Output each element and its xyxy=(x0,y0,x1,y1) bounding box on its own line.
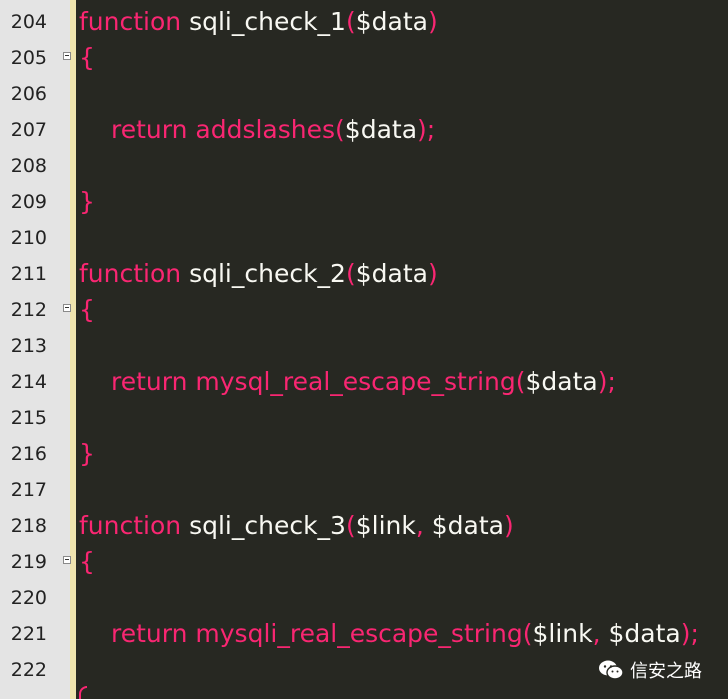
close-paren: ) xyxy=(503,511,514,540)
function-name: sqli_check_2 xyxy=(189,259,346,288)
fold-collapse-icon[interactable] xyxy=(63,556,71,564)
line-number: 206 xyxy=(10,83,47,105)
close-paren: ) xyxy=(427,259,438,288)
close-paren: ) xyxy=(427,7,438,36)
parameter: $data xyxy=(355,259,428,288)
function-name: sqli_check_3 xyxy=(189,511,346,540)
partial-close-brace xyxy=(79,686,87,699)
line-number: 207 xyxy=(10,119,47,141)
open-brace: { xyxy=(79,43,95,72)
code-line-206[interactable]: 206 xyxy=(0,76,728,112)
line-number: 214 xyxy=(10,371,47,393)
code-line-211[interactable]: 211 function sqli_check_2($data) xyxy=(0,256,728,292)
line-number: 216 xyxy=(10,443,47,465)
argument-data: $data xyxy=(608,619,681,648)
code-line-207[interactable]: 207 return addslashes($data); xyxy=(0,112,728,148)
argument: $data xyxy=(344,115,418,144)
code-line-220[interactable]: 220 xyxy=(0,580,728,616)
keyword-function: function xyxy=(79,259,182,288)
open-paren: ( xyxy=(345,7,356,36)
code-lines[interactable]: 204 function sqli_check_1($data) 205 { 2… xyxy=(0,4,728,688)
close-paren-semicolon: ); xyxy=(597,367,616,396)
code-text[interactable]: } xyxy=(79,436,95,472)
code-line-217[interactable]: 217 xyxy=(0,472,728,508)
line-number: 215 xyxy=(10,407,47,429)
line-number: 222 xyxy=(10,659,47,681)
code-line-215[interactable]: 215 xyxy=(0,400,728,436)
close-paren-semicolon: ); xyxy=(680,619,699,648)
code-text[interactable]: { xyxy=(79,292,95,328)
open-paren: ( xyxy=(515,367,526,396)
function-name: sqli_check_1 xyxy=(189,7,346,36)
watermark-label: 信安之路 xyxy=(630,661,702,682)
open-brace: { xyxy=(79,547,95,576)
fold-collapse-icon[interactable] xyxy=(63,304,71,312)
code-text[interactable]: { xyxy=(79,40,95,76)
argument-link: $link xyxy=(532,619,593,648)
code-line-205[interactable]: 205 { xyxy=(0,40,728,76)
keyword-function: function xyxy=(79,511,182,540)
argument: $data xyxy=(525,367,598,396)
line-number: 208 xyxy=(10,155,47,177)
line-number: 209 xyxy=(10,191,47,213)
line-number: 210 xyxy=(10,227,47,249)
line-number: 213 xyxy=(10,335,47,357)
line-number: 212 xyxy=(10,299,47,321)
code-line-208[interactable]: 208 xyxy=(0,148,728,184)
open-paren: ( xyxy=(335,115,345,144)
open-paren: ( xyxy=(522,619,533,648)
close-paren-semicolon: ); xyxy=(417,115,436,144)
code-text[interactable]: function sqli_check_2($data) xyxy=(79,256,438,292)
code-editor[interactable]: 204 function sqli_check_1($data) 205 { 2… xyxy=(0,0,728,699)
code-line-218[interactable]: 218 function sqli_check_3($link, $data) xyxy=(0,508,728,544)
code-line-214[interactable]: 214 return mysql_real_escape_string($dat… xyxy=(0,364,728,400)
fold-collapse-icon[interactable] xyxy=(63,52,71,60)
close-brace: } xyxy=(79,439,95,468)
line-number: 217 xyxy=(10,479,47,501)
line-number: 220 xyxy=(10,587,47,609)
code-line-212[interactable]: 212 { xyxy=(0,292,728,328)
line-number: 204 xyxy=(10,11,47,33)
function-call: mysql_real_escape_string xyxy=(195,367,516,396)
line-number: 218 xyxy=(10,515,47,537)
line-number: 219 xyxy=(10,551,47,573)
watermark: 信安之路 xyxy=(598,657,702,683)
code-line-216[interactable]: 216 } xyxy=(0,436,728,472)
close-brace: } xyxy=(79,187,95,216)
code-line-219[interactable]: 219 { xyxy=(0,544,728,580)
code-text[interactable]: function sqli_check_1($data) xyxy=(79,4,438,40)
parameter: $data xyxy=(355,7,428,36)
function-call: mysqli_real_escape_string xyxy=(195,619,523,648)
code-line-213[interactable]: 213 xyxy=(0,328,728,364)
keyword-return: return xyxy=(111,367,188,396)
line-number: 211 xyxy=(10,263,47,285)
code-line-204[interactable]: 204 function sqli_check_1($data) xyxy=(0,4,728,40)
code-line-221[interactable]: 221 return mysqli_real_escape_string($li… xyxy=(0,616,728,652)
keyword-return: return xyxy=(111,619,188,648)
comma: , xyxy=(415,511,432,540)
open-paren: ( xyxy=(345,259,356,288)
comma: , xyxy=(592,619,609,648)
code-text[interactable]: return mysql_real_escape_string($data); xyxy=(111,364,616,400)
code-text[interactable]: return mysqli_real_escape_string($link, … xyxy=(111,616,699,652)
code-text[interactable]: function sqli_check_3($link, $data) xyxy=(79,508,514,544)
code-line-209[interactable]: 209 } xyxy=(0,184,728,220)
open-brace: { xyxy=(79,295,95,324)
code-text[interactable]: return addslashes($data); xyxy=(111,112,435,148)
line-number: 205 xyxy=(10,47,47,69)
function-call: addslashes xyxy=(195,115,336,144)
code-text[interactable]: } xyxy=(79,184,95,220)
code-line-210[interactable]: 210 xyxy=(0,220,728,256)
line-number: 221 xyxy=(10,623,47,645)
code-text[interactable]: { xyxy=(79,544,95,580)
parameter-data: $data xyxy=(431,511,504,540)
parameter-link: $link xyxy=(355,511,416,540)
keyword-return: return xyxy=(111,115,188,144)
open-paren: ( xyxy=(345,511,356,540)
wechat-icon xyxy=(599,660,624,680)
keyword-function: function xyxy=(79,7,182,36)
